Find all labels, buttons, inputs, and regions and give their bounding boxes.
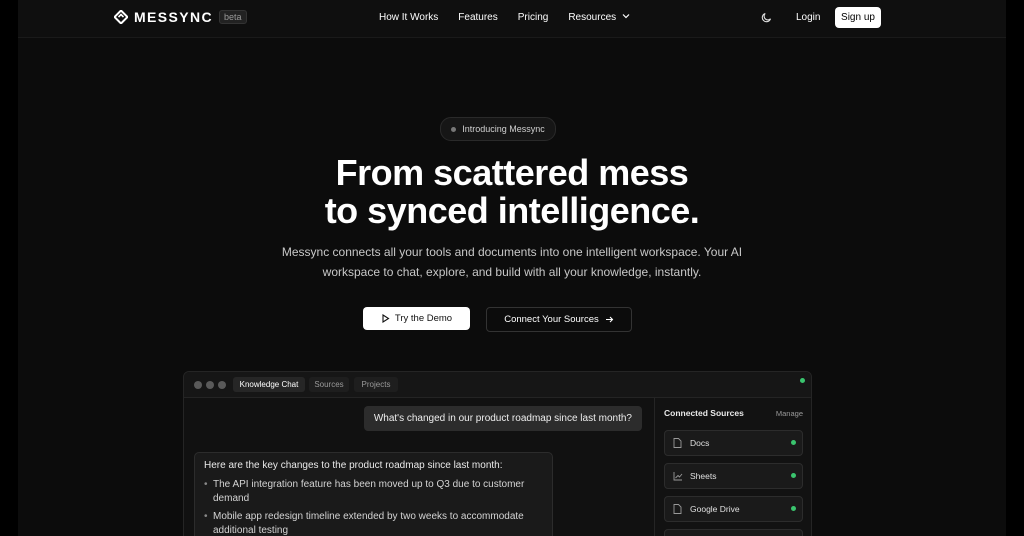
nav-how-it-works[interactable]: How It Works — [379, 12, 438, 23]
tab-sources[interactable]: Sources — [309, 377, 349, 392]
app-preview-window: Knowledge Chat Sources Projects What's c… — [183, 371, 812, 536]
top-nav: MESSYNC beta How It Works Features Prici… — [18, 0, 1006, 38]
play-icon — [382, 314, 390, 323]
nav-features[interactable]: Features — [458, 12, 497, 23]
hero-title-line2: to synced intelligence. — [324, 190, 700, 231]
source-label: Sheets — [690, 471, 717, 481]
ai-message-intro: Here are the key changes to the product … — [204, 460, 503, 471]
hero-subtitle-line2: workspace to chat, explore, and build wi… — [322, 265, 702, 279]
messync-logo-icon — [114, 10, 128, 24]
list-item-text: The API integration feature has been mov… — [213, 479, 525, 504]
source-label: Google Drive — [690, 504, 740, 514]
brand-name: MESSYNC — [134, 9, 214, 25]
chat-panel: What's changed in our product roadmap si… — [184, 398, 653, 536]
source-item-sheets[interactable]: Sheets — [664, 463, 803, 489]
chevron-down-icon — [622, 14, 630, 19]
window-dot-icon — [218, 381, 226, 389]
app-window-bar: Knowledge Chat Sources Projects — [184, 372, 811, 398]
doc-icon — [673, 438, 682, 448]
tab-projects[interactable]: Projects — [354, 377, 398, 392]
list-item: • The API integration feature has been mo… — [204, 478, 544, 504]
source-label: Docs — [690, 438, 710, 448]
try-demo-label: Try the Demo — [394, 313, 453, 324]
tab-knowledge-chat[interactable]: Knowledge Chat — [233, 377, 305, 392]
window-dot-icon — [206, 381, 214, 389]
list-item: • Mobile app redesign timeline extended b… — [204, 510, 544, 536]
user-message: What's changed in our product roadmap si… — [363, 406, 642, 431]
status-dot-icon — [791, 473, 796, 478]
signup-button[interactable]: Sign up — [835, 7, 881, 28]
nav-resources-label: Resources — [568, 12, 617, 23]
list-item-text: Mobile app redesign timeline extended by… — [213, 511, 524, 536]
status-dot-icon — [791, 440, 796, 445]
status-dot-icon — [800, 378, 805, 383]
sidebar-title: Connected Sources — [664, 408, 744, 418]
manage-link[interactable]: Manage — [776, 409, 803, 418]
intro-pill[interactable]: Introducing Messync — [440, 117, 556, 141]
beta-badge: beta — [219, 10, 247, 24]
connect-sources-button[interactable]: Connect Your Sources — [486, 307, 632, 332]
landing-page: MESSYNC beta How It Works Features Prici… — [18, 0, 1006, 536]
chart-icon — [673, 472, 683, 481]
source-item[interactable] — [664, 529, 803, 536]
hero-subtitle-line1: Messync connects all your tools and docu… — [281, 245, 743, 259]
connect-sources-label: Connect Your Sources — [504, 314, 599, 325]
intro-pill-label: Introducing Messync — [462, 124, 545, 134]
nav-resources[interactable]: Resources — [568, 12, 630, 23]
moon-icon[interactable] — [761, 11, 773, 23]
login-link[interactable]: Login — [796, 12, 820, 23]
nav-links: How It Works Features Pricing Resources — [379, 12, 630, 23]
doc-icon — [673, 504, 682, 514]
try-demo-button[interactable]: Try the Demo — [363, 307, 470, 330]
ai-message: Here are the key changes to the product … — [194, 452, 553, 536]
nav-pricing[interactable]: Pricing — [518, 12, 549, 23]
pill-dot-icon — [451, 126, 457, 132]
source-item-google-drive[interactable]: Google Drive — [664, 496, 803, 522]
window-dot-icon — [194, 381, 202, 389]
hero-title-line1: From scattered mess — [335, 152, 689, 193]
brand-logo[interactable]: MESSYNC beta — [114, 9, 247, 25]
source-item-docs[interactable]: Docs — [664, 430, 803, 456]
status-dot-icon — [791, 506, 796, 511]
arrow-right-icon — [605, 316, 614, 323]
connected-sources-sidebar: Connected Sources Manage Docs Sheets Goo… — [654, 398, 811, 536]
